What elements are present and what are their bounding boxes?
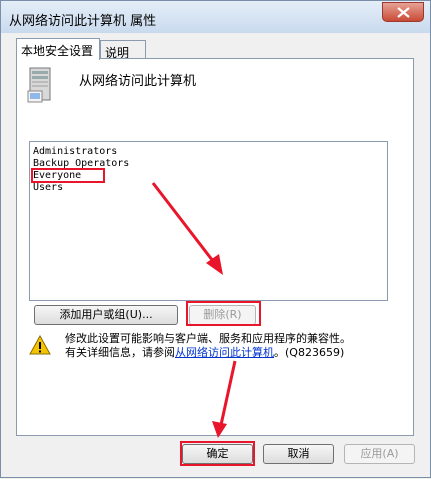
warning-icon	[29, 335, 51, 355]
tab-explain[interactable]: 说明	[100, 40, 146, 60]
properties-dialog: 从网络访问此计算机 属性 本地安全设置 说明 从网络访问此计算机 Adminis…	[0, 0, 431, 478]
account-listbox[interactable]: Administrators Backup Operators Everyone…	[29, 141, 388, 301]
remove-button[interactable]: 删除(R)	[189, 305, 256, 325]
cancel-button[interactable]: 取消	[263, 444, 334, 464]
apply-button[interactable]: 应用(A)	[344, 444, 415, 464]
help-link[interactable]: 从网络访问此计算机	[175, 346, 274, 359]
kb-reference: 。(Q823659)	[274, 346, 345, 359]
list-item[interactable]: Backup Operators	[33, 158, 129, 170]
tab-label: 本地安全设置	[21, 44, 94, 58]
close-icon	[397, 7, 410, 18]
server-computer-icon	[27, 67, 51, 103]
window-title: 从网络访问此计算机 属性	[9, 14, 157, 29]
warning-prefix: 有关详细信息，请参阅	[65, 346, 175, 359]
list-item[interactable]: Everyone	[33, 170, 81, 182]
compatibility-warning: 修改此设置可能影响与客户端、服务和应用程序的兼容性。 有关详细信息，请参阅从网络…	[65, 332, 351, 360]
list-item[interactable]: Administrators	[33, 146, 117, 158]
tab-local-security-setting[interactable]: 本地安全设置	[16, 38, 100, 60]
warning-line-2: 有关详细信息，请参阅从网络访问此计算机。(Q823659)	[65, 346, 351, 360]
close-button[interactable]	[382, 2, 424, 22]
title-bar: 从网络访问此计算机 属性	[1, 1, 430, 33]
list-item[interactable]: Users	[33, 182, 63, 194]
ok-button[interactable]: 确定	[182, 444, 253, 464]
warning-line-1: 修改此设置可能影响与客户端、服务和应用程序的兼容性。	[65, 332, 351, 345]
policy-name: 从网络访问此计算机	[79, 74, 197, 89]
add-user-or-group-button[interactable]: 添加用户或组(U)...	[34, 305, 178, 325]
